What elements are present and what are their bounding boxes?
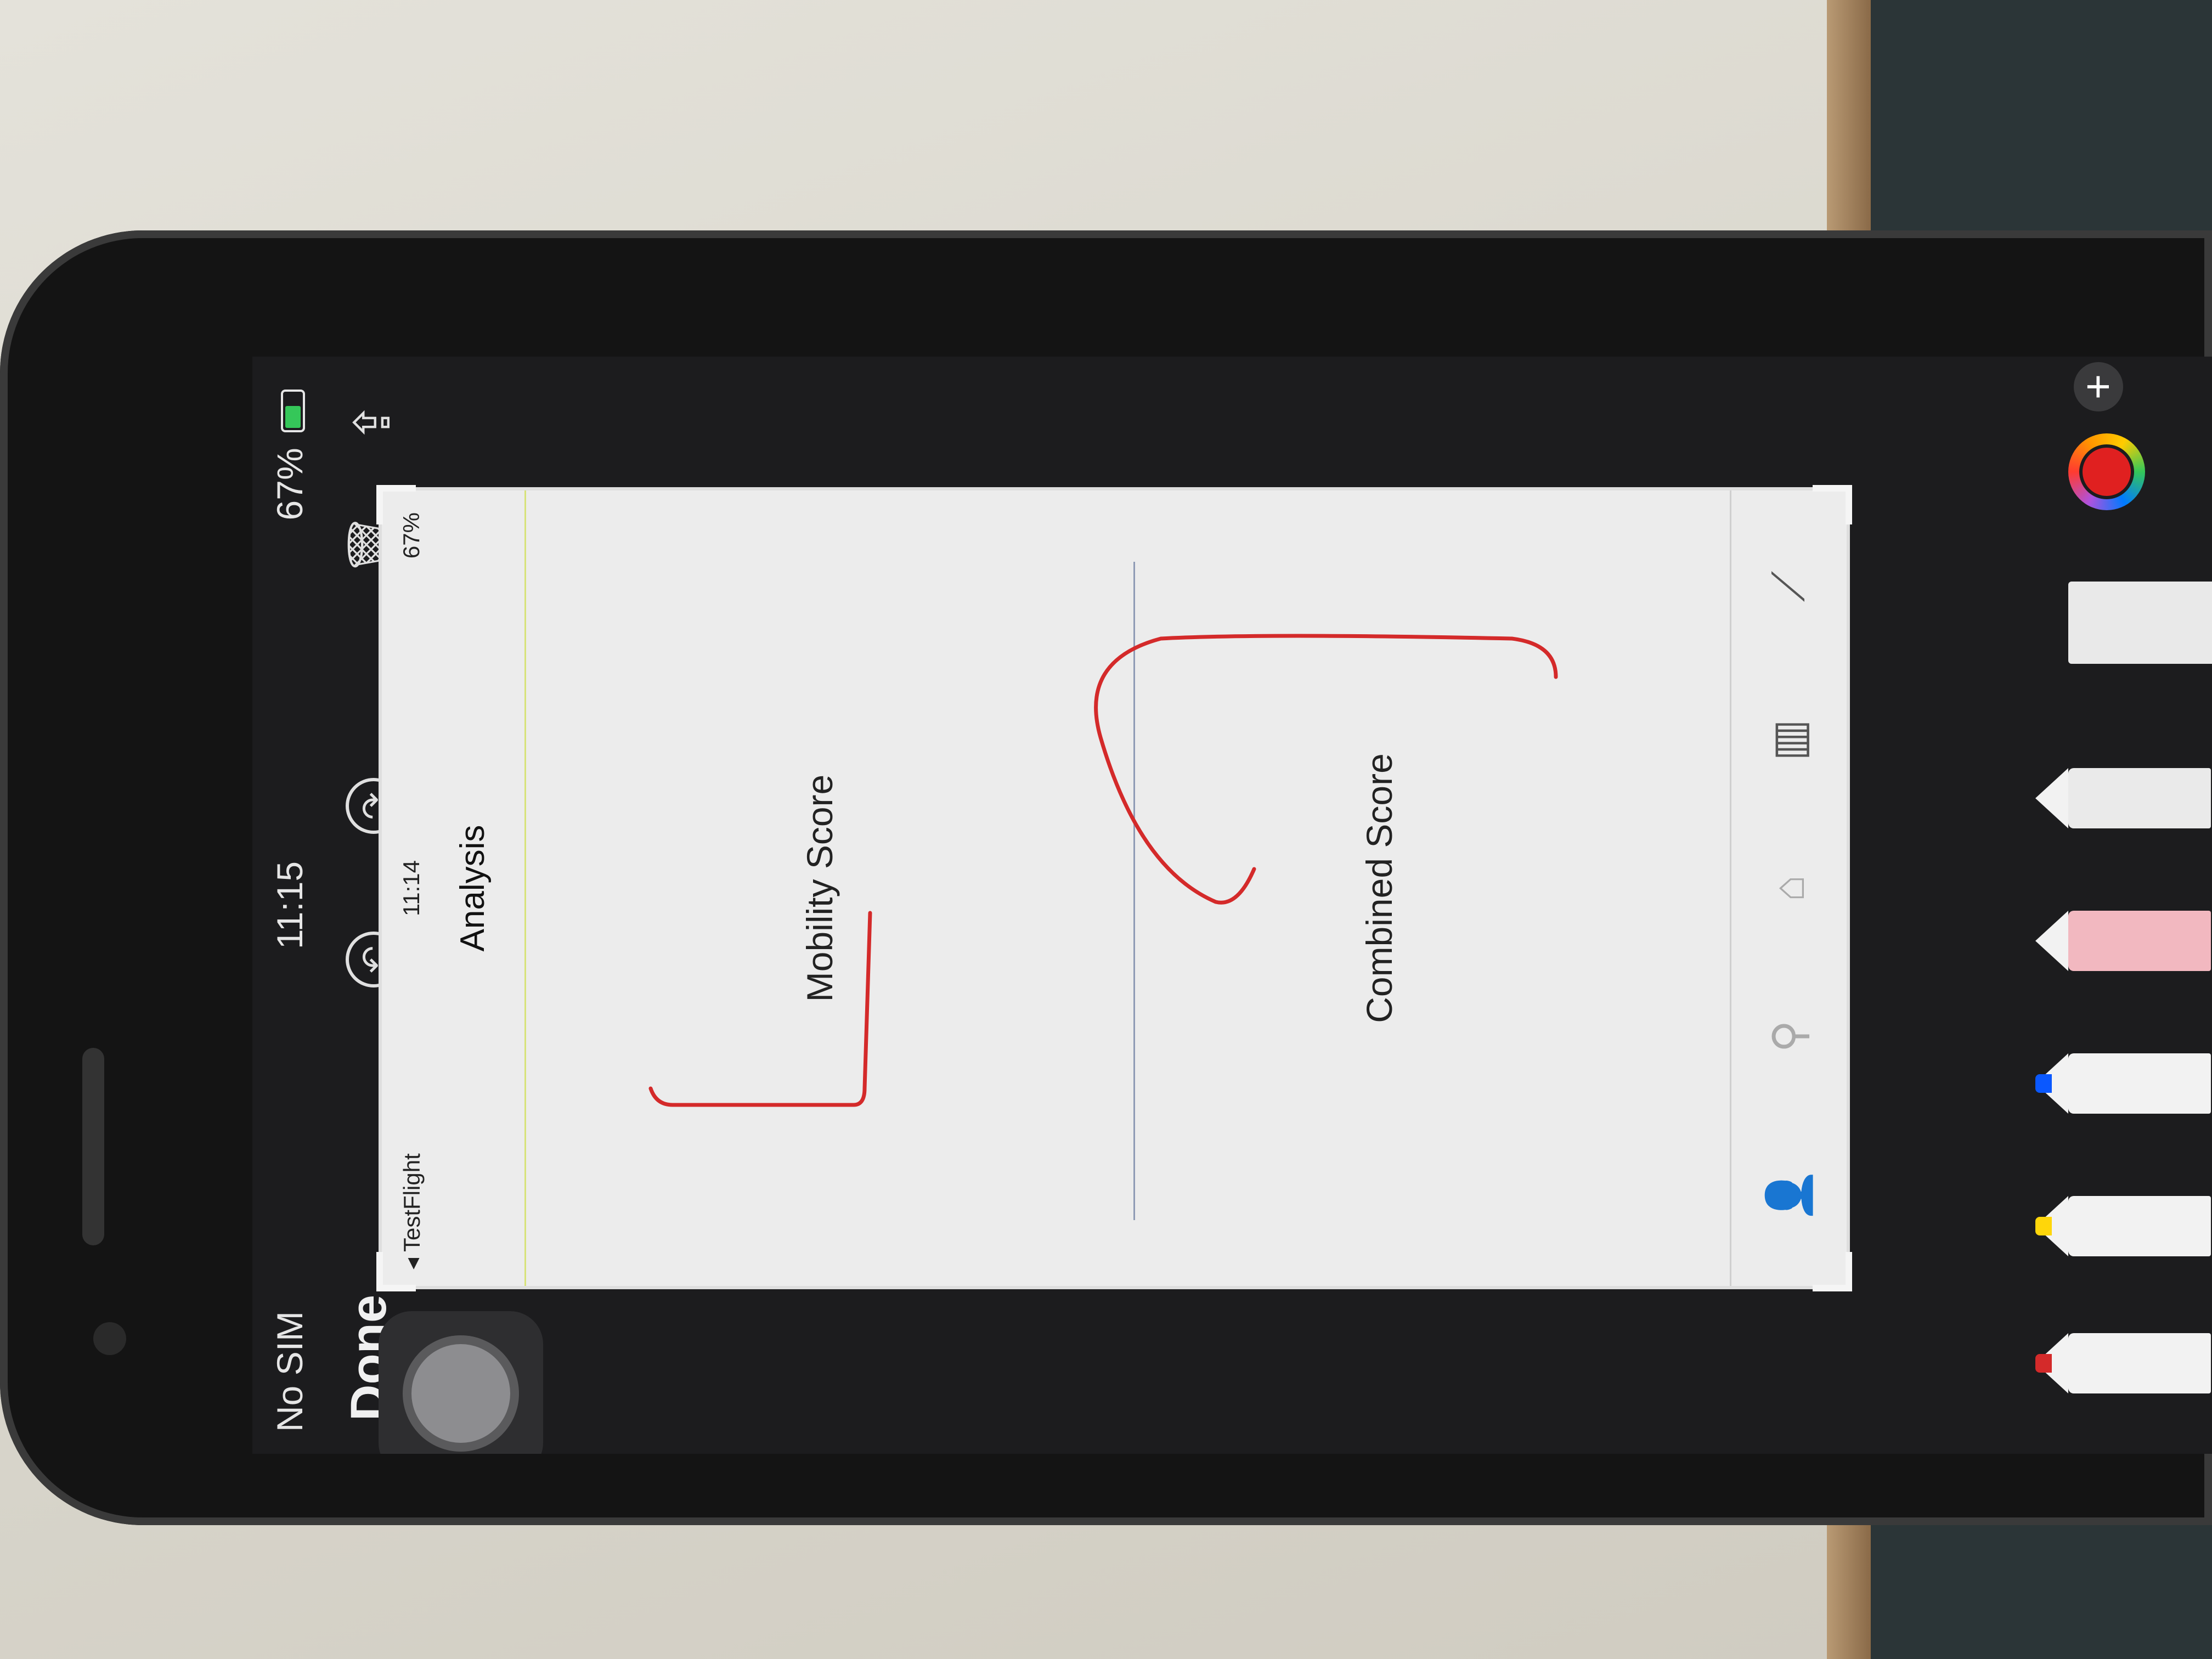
markup-tool-palette: + [2024, 357, 2212, 1454]
pen-tool[interactable] [2035, 1333, 2211, 1393]
battery-indicator: 67% [269, 390, 311, 520]
battery-percent: 67% [269, 448, 310, 521]
markup-stroke-combined [1094, 634, 1558, 905]
markup-stroke-mobility [648, 911, 872, 1107]
assistive-touch-button[interactable] [379, 1311, 543, 1454]
status-time: 11:15 [269, 861, 310, 950]
color-picker[interactable] [2068, 433, 2145, 510]
pencil-tool[interactable] [2035, 1053, 2211, 1114]
share-icon[interactable]: ⇪ [346, 395, 400, 450]
marker-tool[interactable] [2035, 1196, 2211, 1256]
lasso-tool[interactable] [2068, 768, 2211, 828]
rotated-screen-content: No SIM 11:15 67% Done ↶ ↷ 🗑 ⇪ ◂ TestFlig… [252, 357, 2212, 1454]
phone-screen: No SIM 11:15 67% Done ↶ ↷ 🗑 ⇪ ◂ TestFlig… [252, 357, 2212, 1454]
earpiece [82, 1048, 104, 1245]
ruler-tool[interactable] [2068, 582, 2212, 664]
battery-icon [280, 390, 305, 432]
status-bar: No SIM 11:15 67% [252, 357, 318, 1454]
front-camera [93, 1322, 126, 1355]
screenshot-preview[interactable]: ◂ TestFlight 11:14 67% Analysis Mobility… [376, 485, 1852, 1291]
eraser-tool[interactable] [2068, 911, 2211, 971]
add-icon[interactable]: + [2073, 362, 2123, 411]
markup-drawing [648, 634, 1558, 1107]
